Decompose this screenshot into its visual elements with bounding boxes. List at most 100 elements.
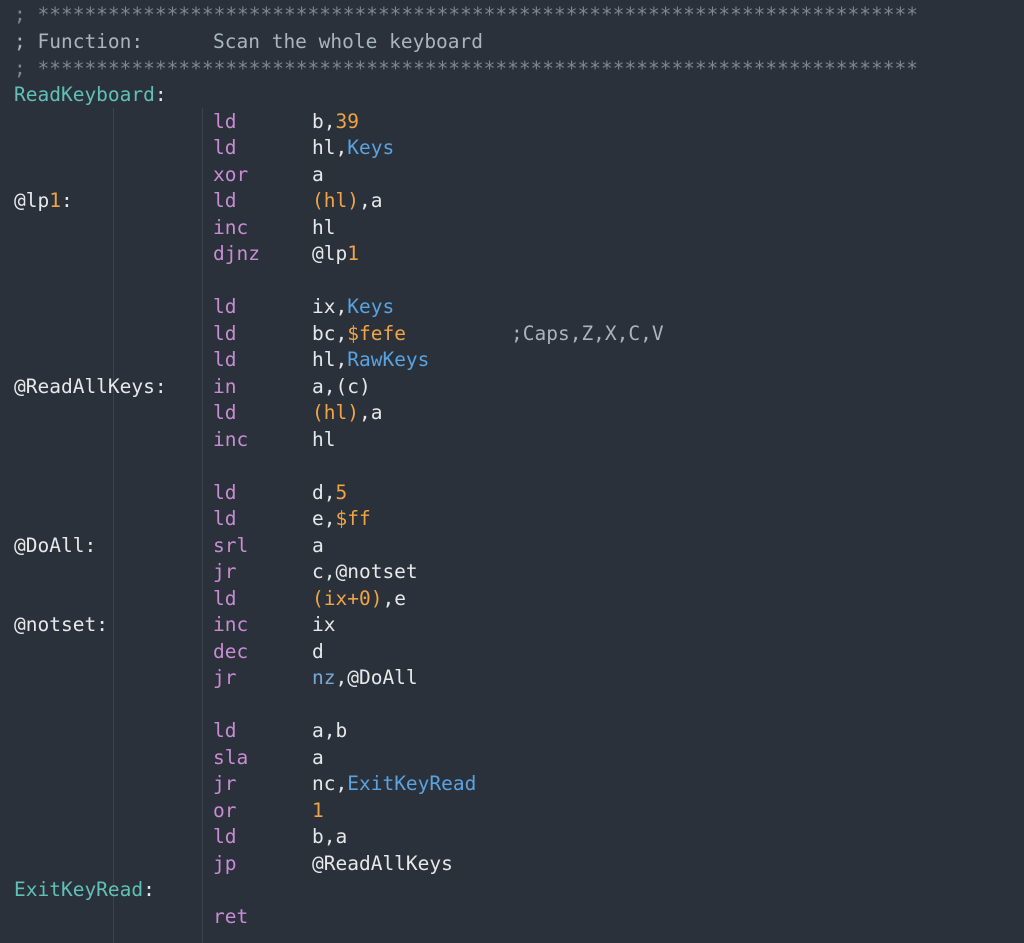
operand-token: b, — [312, 109, 336, 133]
label-colon: : — [60, 189, 73, 212]
opcode: ld — [213, 189, 237, 212]
operand: hl,RawKeys — [312, 347, 429, 374]
operand: @lp1 — [312, 241, 359, 268]
operand: e,$ff — [312, 506, 371, 533]
label-name: @ReadAllKeys — [14, 374, 155, 398]
header-star-line-2: ; **************************************… — [0, 56, 918, 83]
opcode: ld — [213, 321, 237, 345]
operand-token: hl, — [312, 136, 348, 159]
opcode: ld — [213, 586, 237, 610]
operand: nc,ExitKeyRead — [312, 771, 476, 798]
label-number: 1 — [49, 189, 61, 212]
opcode: ld — [213, 507, 237, 530]
indent-guide-1 — [113, 108, 114, 943]
operand-token: d — [312, 639, 324, 663]
operand: a,(c) — [312, 374, 371, 401]
operand-token: ExitKeyRead — [347, 772, 477, 795]
operand-token: @lp — [312, 242, 348, 265]
code-editor[interactable]: ; **************************************… — [0, 0, 1024, 943]
operand: bc,$fefe — [312, 321, 406, 348]
inline-comment: ;Caps,Z,X,C,V — [511, 321, 664, 345]
operand: d — [312, 639, 324, 666]
operand-token: RawKeys — [347, 348, 430, 371]
label-colon: : — [143, 878, 155, 901]
operand-token: a — [312, 162, 324, 186]
operand-token: a,(c) — [312, 374, 371, 398]
operand-token: 5 — [335, 480, 348, 504]
label-colon: : — [84, 533, 97, 557]
operand-token: Keys — [347, 295, 395, 318]
header-star-line-1: ; **************************************… — [0, 2, 918, 29]
opcode: ld — [213, 825, 237, 848]
star-divider: ; **************************************… — [14, 57, 918, 80]
label-colon: : — [154, 83, 167, 106]
opcode: jr — [213, 772, 237, 795]
opcode: ret — [213, 904, 249, 928]
operand-token: 39 — [335, 109, 359, 133]
label-colon: : — [154, 374, 167, 398]
operand-token: d, — [312, 480, 336, 504]
operand: 1 — [312, 798, 324, 825]
operand: a — [312, 533, 324, 560]
operand-token: (hl) — [312, 189, 359, 212]
function-description: Scan the whole keyboard — [213, 30, 484, 53]
operand-token: a,b — [312, 719, 348, 742]
operand-token: hl, — [312, 348, 348, 371]
operand-token: hl — [312, 427, 336, 451]
opcode: ld — [213, 719, 237, 742]
operand-token: nc, — [312, 772, 348, 795]
operand: hl — [312, 427, 335, 454]
opcode: ld — [213, 136, 237, 159]
operand-token: ix, — [312, 295, 348, 318]
operand-token: 1 — [347, 242, 359, 265]
local-label: @DoAll: — [14, 533, 96, 560]
local-label: @lp1: — [14, 188, 73, 215]
operand: b,39 — [312, 109, 359, 136]
opcode: ld — [213, 401, 237, 424]
indent-guide-2 — [202, 108, 203, 943]
header-function-line: ; Function: Scan the whole keyboard — [0, 29, 483, 56]
opcode: inc — [213, 613, 249, 636]
operand-token: a — [312, 533, 324, 557]
label-name: ReadKeyboard — [14, 83, 155, 106]
opcode: dec — [213, 639, 249, 663]
operand: a,b — [312, 718, 347, 745]
opcode: in — [213, 374, 237, 398]
function-prefix: ; Function: — [14, 30, 144, 53]
operand-token: ,@DoAll — [335, 666, 418, 689]
operand-token: a — [312, 745, 324, 769]
operand: a — [312, 162, 324, 189]
label-name: ExitKeyRead — [14, 878, 144, 901]
operand: d,5 — [312, 480, 347, 507]
opcode: srl — [213, 533, 249, 557]
opcode: jr — [213, 560, 237, 583]
operand: hl — [312, 215, 335, 242]
opcode: inc — [213, 427, 249, 451]
label-name: @lp — [14, 189, 50, 212]
operand-token: $ff — [335, 507, 371, 530]
operand-token: 1 — [312, 798, 324, 822]
operand: (hl),a — [312, 400, 382, 427]
opcode: xor — [213, 162, 249, 186]
global-label: ExitKeyRead: — [14, 877, 155, 904]
local-label: @ReadAllKeys: — [14, 374, 167, 401]
opcode: sla — [213, 745, 249, 769]
operand-token: hl — [312, 215, 336, 239]
operand: b,a — [312, 824, 347, 851]
opcode: inc — [213, 215, 249, 239]
operand-token: ix — [312, 613, 336, 636]
opcode: jr — [213, 666, 237, 689]
opcode: ld — [213, 348, 237, 371]
operand-token: ,e — [382, 586, 406, 610]
operand-token: c,@notset — [312, 560, 418, 583]
operand: nz,@DoAll — [312, 665, 418, 692]
operand-token: ,a — [358, 189, 383, 212]
operand: a — [312, 745, 324, 772]
operand-token: b,a — [312, 825, 348, 848]
operand-token: nz — [312, 666, 336, 689]
label-name: @notset — [14, 613, 97, 636]
operand-token: (hl) — [312, 401, 359, 424]
operand: @ReadAllKeys — [312, 851, 453, 878]
operand-token: Keys — [347, 136, 395, 159]
label-name: @DoAll — [14, 533, 85, 557]
